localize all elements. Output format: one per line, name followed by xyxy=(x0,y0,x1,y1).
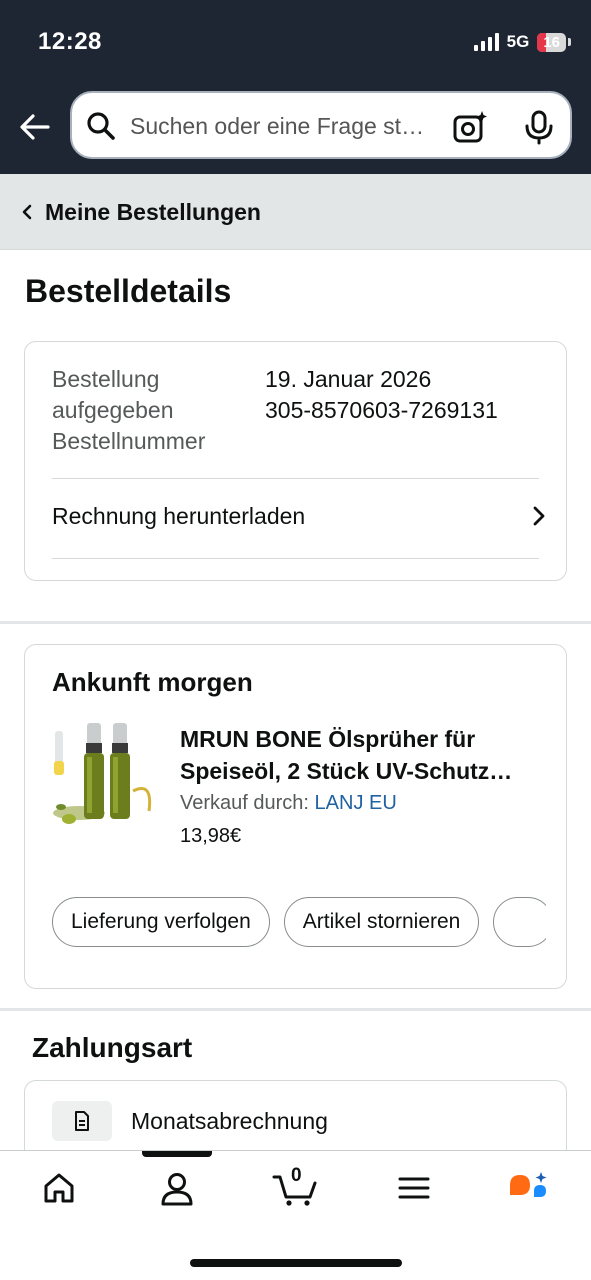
status-indicators: 5G 16 xyxy=(473,32,571,52)
section-separator xyxy=(0,1008,591,1011)
hamburger-menu-icon xyxy=(398,1177,430,1199)
battery-level: 16 xyxy=(543,33,560,51)
payment-method: Monatsabrechnung xyxy=(131,1108,328,1134)
search-input[interactable]: Suchen oder eine Frage stellen xyxy=(130,113,430,140)
tab-rufus[interactable] xyxy=(508,1171,568,1217)
order-date: 19. Januar 2026 xyxy=(265,366,432,392)
order-number: 305-8570603-7269131 xyxy=(265,397,498,423)
tab-menu[interactable] xyxy=(397,1171,457,1217)
camera-search-icon[interactable] xyxy=(452,109,488,145)
payment-heading: Zahlungsart xyxy=(32,1032,193,1063)
seller-line: Verkauf durch: LANJ EU xyxy=(180,792,397,815)
search-icon xyxy=(87,112,115,140)
product-price: 13,98€ xyxy=(180,825,242,847)
cell-signal-icon xyxy=(473,33,499,51)
chevron-left-icon xyxy=(22,204,32,220)
order-date-label-line1: Bestellung xyxy=(52,366,160,392)
seller-link[interactable]: LANJ EU xyxy=(315,792,397,814)
order-info-card: Bestellung aufgegeben Bestellnummer 19. … xyxy=(24,341,567,581)
divider xyxy=(52,478,539,479)
active-tab-indicator xyxy=(142,1151,212,1157)
microphone-icon[interactable] xyxy=(522,109,556,145)
status-time: 12:28 xyxy=(38,28,102,55)
product-image[interactable] xyxy=(49,721,161,829)
shipment-actions: Lieferung verfolgen Artikel stornieren xyxy=(52,897,554,947)
order-number-label: Bestellnummer xyxy=(52,428,206,454)
tab-account[interactable] xyxy=(160,1171,220,1217)
document-icon xyxy=(52,1101,112,1141)
seller-prefix: Verkauf durch: xyxy=(180,792,309,814)
breadcrumb-label[interactable]: Meine Bestellungen xyxy=(45,199,261,226)
back-arrow-icon[interactable] xyxy=(18,110,52,144)
home-icon xyxy=(44,1173,74,1203)
person-icon xyxy=(161,1173,193,1206)
more-actions-button[interactable] xyxy=(493,897,554,947)
download-invoice-link[interactable]: Rechnung herunterladen xyxy=(52,503,305,530)
divider xyxy=(52,558,539,559)
delivery-status-heading: Ankunft morgen xyxy=(52,667,253,697)
tab-cart[interactable]: 0 xyxy=(272,1165,332,1217)
cart-count: 0 xyxy=(291,1165,302,1186)
search-bar[interactable]: Suchen oder eine Frage stellen xyxy=(70,91,572,159)
tab-home[interactable] xyxy=(42,1171,102,1217)
network-type: 5G xyxy=(506,32,530,51)
home-indicator xyxy=(190,1259,402,1267)
section-separator xyxy=(0,621,591,624)
track-package-button[interactable]: Lieferung verfolgen xyxy=(52,897,270,947)
order-info-values: 19. Januar 2026 305-8570603-7269131 xyxy=(265,364,498,426)
battery-icon: 16 xyxy=(537,32,566,52)
order-date-label-line2: aufgegeben xyxy=(52,397,174,423)
shipment-card: Ankunft morgen MRUN BONE Ölsprüher für S… xyxy=(24,644,567,989)
breadcrumb[interactable]: Meine Bestellungen xyxy=(0,174,591,250)
chevron-right-icon[interactable] xyxy=(532,505,546,527)
rufus-assistant-icon xyxy=(510,1172,547,1197)
cancel-item-button[interactable]: Artikel stornieren xyxy=(283,897,480,947)
order-info-labels: Bestellung aufgegeben Bestellnummer xyxy=(52,364,242,457)
top-header: 12:28 5G 16 Suchen oder eine Frage stell… xyxy=(0,0,591,174)
page-title: Bestelldetails xyxy=(25,273,232,309)
bottom-tab-bar: 0 xyxy=(0,1150,591,1280)
product-title[interactable]: MRUN BONE Ölsprüher für Speiseöl, 2 Stüc… xyxy=(180,723,540,787)
